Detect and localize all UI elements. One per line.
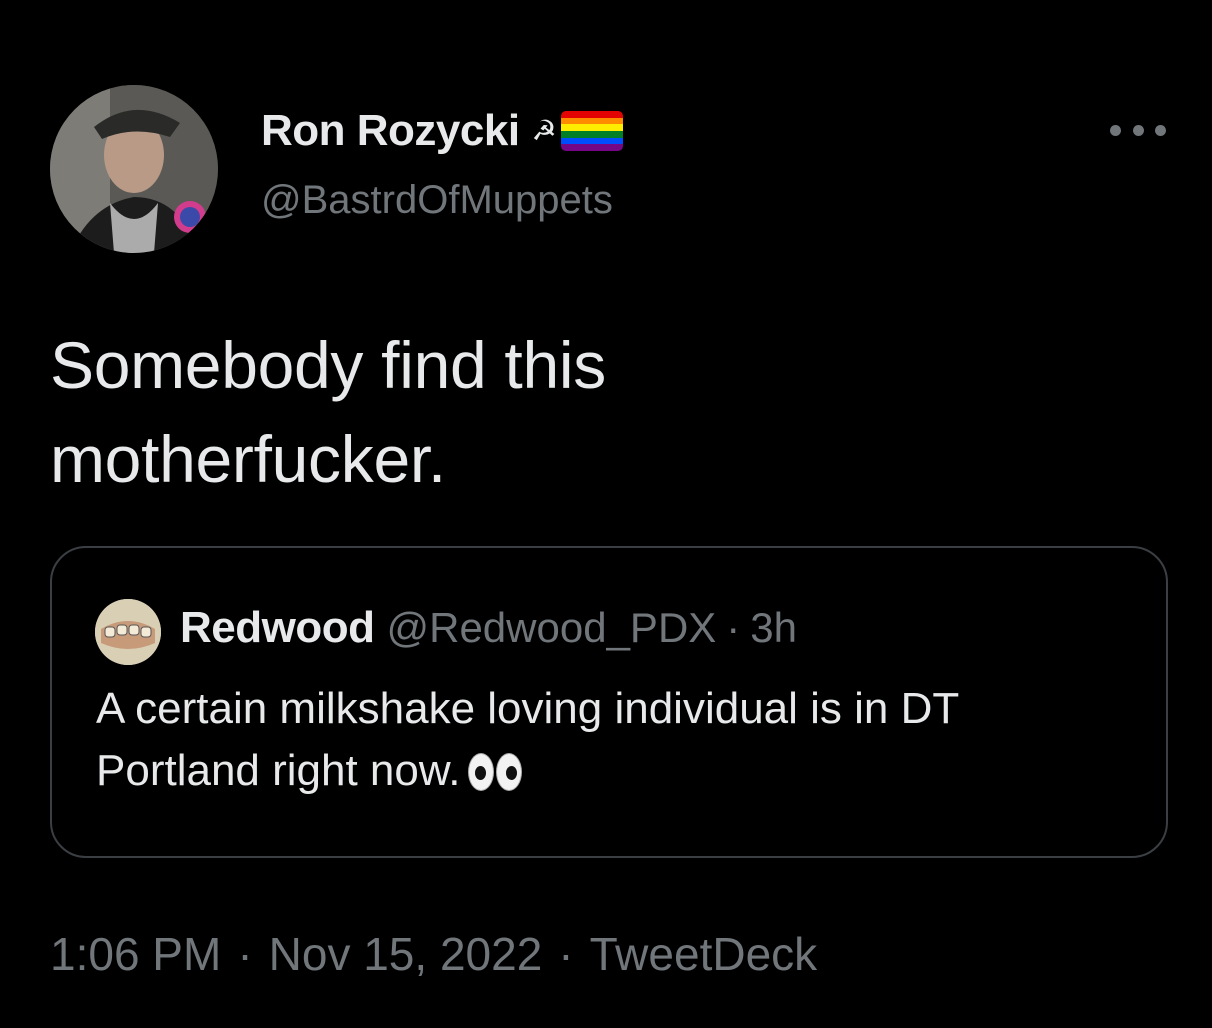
avatar-photo [50,85,218,253]
tweet-time[interactable]: 1:06 PM [50,924,221,984]
author-name-row[interactable]: Ron Rozycki ☭ [261,104,623,158]
quoted-timestamp[interactable]: 3h [750,604,797,652]
tweet-meta: 1:06 PM · Nov 15, 2022 · TweetDeck [50,924,817,984]
quoted-tweet-header: Redwood @Redwood_PDX · 3h [180,598,797,658]
eyes-emoji-icon [468,753,523,791]
author-display-name[interactable]: Ron Rozycki [261,104,520,158]
hammer-and-sickle-icon: ☭ [531,115,557,146]
quoted-user-avatar[interactable] [95,599,161,665]
rainbow-flag-icon [560,111,623,151]
quoted-author-handle[interactable]: @Redwood_PDX [386,604,716,652]
meta-separator: · [237,928,253,980]
quoted-author-name[interactable]: Redwood [180,603,375,653]
quoted-tweet-card[interactable]: Redwood @Redwood_PDX · 3h A certain milk… [50,546,1168,858]
tweet-date[interactable]: Nov 15, 2022 [269,924,543,984]
user-avatar[interactable] [50,85,218,253]
tweet-text: Somebody find this motherfucker. [50,318,1150,506]
quoted-tweet-text: A certain milkshake loving individual is… [96,678,1146,802]
more-options-icon[interactable] [1110,118,1166,142]
meta-separator: · [558,928,574,980]
quoted-avatar-photo [95,599,161,665]
tweet-text-line: Somebody find this [50,328,606,402]
tweet-source[interactable]: TweetDeck [590,924,818,984]
quoted-separator: · [726,604,741,651]
author-handle[interactable]: @BastrdOfMuppets [261,174,613,226]
quoted-text-line: Portland right now. [96,740,1146,802]
quoted-text-line: A certain milkshake loving individual is… [96,684,960,733]
quoted-text-line-content: Portland right now. [96,746,461,795]
tweet-view: Ron Rozycki ☭ @BastrdOfMuppets Somebody … [0,0,1212,1028]
tweet-text-line: motherfucker. [50,422,446,496]
